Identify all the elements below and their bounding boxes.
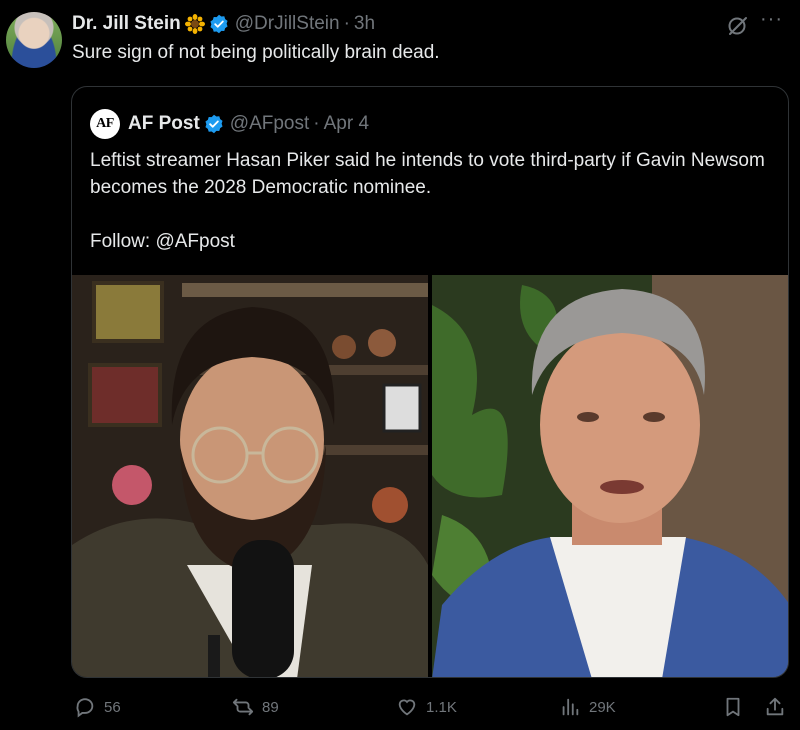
reply-count: 56 bbox=[104, 698, 121, 716]
media-image-left[interactable] bbox=[72, 275, 428, 677]
grok-icon[interactable] bbox=[726, 14, 750, 38]
quote-avatar[interactable]: AF bbox=[90, 109, 120, 139]
tweet-text: Sure sign of not being politically brain… bbox=[72, 42, 440, 63]
tweet-header: Dr. Jill Stein @DrJillStein · 3h bbox=[72, 12, 375, 36]
separator-dot: · bbox=[313, 113, 320, 134]
quote-text-body: Leftist streamer Hasan Piker said he int… bbox=[90, 150, 765, 198]
verified-badge-icon bbox=[205, 114, 223, 134]
author-avatar[interactable] bbox=[6, 12, 62, 68]
like-count: 1.1K bbox=[426, 698, 457, 716]
quote-text-follow: Follow: @AFpost bbox=[90, 231, 235, 252]
repost-button[interactable]: 89 bbox=[232, 696, 279, 718]
verified-badge-icon bbox=[210, 14, 228, 34]
quote-author-handle[interactable]: @AFpost bbox=[230, 113, 309, 135]
repost-count: 89 bbox=[262, 698, 279, 716]
more-icon[interactable]: ··· bbox=[760, 8, 783, 31]
bookmark-icon[interactable] bbox=[722, 696, 744, 718]
author-name[interactable]: Dr. Jill Stein bbox=[72, 13, 181, 35]
repost-icon bbox=[232, 698, 254, 716]
quote-text: Leftist streamer Hasan Piker said he int… bbox=[90, 147, 780, 255]
separator-dot: · bbox=[343, 13, 350, 34]
share-icon[interactable] bbox=[764, 696, 786, 718]
politician-photo bbox=[432, 275, 788, 677]
like-button[interactable]: 1.1K bbox=[396, 696, 457, 718]
tweet-actions: 56 89 1.1K 29K bbox=[74, 696, 790, 722]
media-image-right[interactable] bbox=[432, 275, 788, 677]
reply-button[interactable]: 56 bbox=[74, 696, 121, 718]
streamer-photo bbox=[72, 275, 428, 677]
quoted-tweet[interactable]: AF AF Post @AFpost · Apr 4 Leftist strea… bbox=[71, 86, 789, 678]
quote-date[interactable]: Apr 4 bbox=[324, 113, 369, 135]
sunflower-icon bbox=[184, 14, 205, 34]
reply-icon bbox=[76, 698, 94, 718]
heart-icon bbox=[398, 699, 416, 716]
views-button[interactable]: 29K bbox=[559, 696, 616, 718]
tweet-time[interactable]: 3h bbox=[354, 13, 375, 35]
author-handle[interactable]: @DrJillStein bbox=[235, 13, 340, 35]
views-icon bbox=[562, 698, 579, 716]
quote-author-name[interactable]: AF Post bbox=[128, 113, 200, 135]
quote-header: AF AF Post @AFpost · Apr 4 bbox=[90, 109, 369, 139]
quote-media[interactable] bbox=[72, 275, 788, 677]
views-count: 29K bbox=[589, 698, 616, 716]
